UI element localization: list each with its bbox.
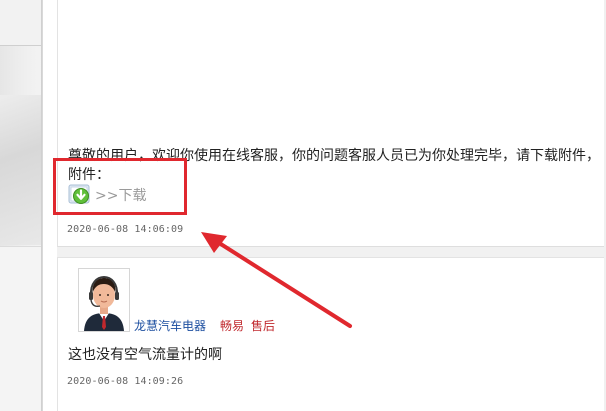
gutter-band-bottom [0, 246, 41, 411]
reply-timestamp: 2020-06-08 14:06:09 [67, 224, 184, 235]
sender-tag: 售后 [251, 319, 276, 333]
user-message: 龙慧汽车电器 畅易 售后 这也没有空气流量计的啊 2020-06-08 14:09… [57, 257, 606, 411]
user-message-timestamp: 2020-06-08 14:09:26 [67, 376, 184, 387]
gutter-band-top [0, 0, 41, 46]
sender-tag: 畅易 [220, 319, 245, 333]
message-separator [57, 247, 606, 257]
sender-name-link[interactable]: 龙慧汽车电器 [134, 317, 206, 334]
user-message-text: 这也没有空气流量计的啊 [68, 347, 222, 363]
gutter-band-middle [0, 95, 41, 245]
chat-history-page: 尊敬的用户，欢迎你使用在线客服，你的问题客服人员已为你处理完毕，请下载附件， 附… [0, 0, 606, 411]
gutter-divider [41, 0, 42, 411]
left-sidebar-gutter [0, 0, 43, 411]
support-agent-avatar [78, 268, 130, 332]
annotation-highlight-box [53, 158, 187, 215]
sender-tags: 畅易 售后 [220, 317, 275, 334]
